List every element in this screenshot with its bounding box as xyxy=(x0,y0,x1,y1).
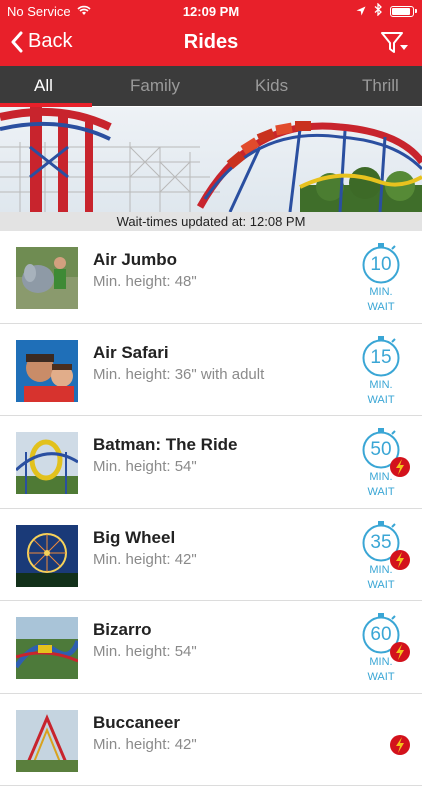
wait-minutes: 10 xyxy=(361,254,401,276)
wait-time-indicator: 15 MIN.WAIT xyxy=(356,336,406,414)
battery-icon xyxy=(390,6,414,17)
back-button[interactable]: Back xyxy=(10,30,72,53)
wait-time-indicator: 50 MIN.WAIT xyxy=(356,428,406,506)
wait-time-indicator: 10 MIN.WAIT xyxy=(356,243,406,321)
location-icon xyxy=(356,4,366,19)
ride-thumbnail xyxy=(16,617,78,679)
ride-list: Air Jumbo Min. height: 48" 10 MIN.WAIT A… xyxy=(0,231,422,786)
ride-name: Buccaneer xyxy=(93,713,180,733)
status-bar: No Service 12:09 PM xyxy=(0,0,422,22)
filter-icon xyxy=(380,30,410,56)
wait-time-indicator: 60 MIN.WAIT xyxy=(356,613,406,691)
filter-button[interactable] xyxy=(380,30,410,56)
ride-name: Air Jumbo xyxy=(93,250,177,270)
tab-all[interactable]: All xyxy=(34,76,53,96)
ride-thumbnail xyxy=(16,247,78,309)
ride-min-height: Min. height: 48" xyxy=(93,273,197,290)
wait-time-indicator xyxy=(356,706,406,784)
list-item[interactable]: Air Jumbo Min. height: 48" 10 MIN.WAIT xyxy=(0,231,422,324)
list-item[interactable]: Buccaneer Min. height: 42" xyxy=(0,694,422,786)
ride-min-height: Min. height: 42" xyxy=(93,551,197,568)
tab-bar: All Family Kids Thrill xyxy=(0,66,422,106)
list-item[interactable]: Air Safari Min. height: 36" with adult 1… xyxy=(0,324,422,417)
ride-min-height: Min. height: 36" with adult xyxy=(93,366,264,383)
bluetooth-icon xyxy=(374,3,382,19)
wait-time-indicator: 35 MIN.WAIT xyxy=(356,521,406,599)
wait-unit: MIN.WAIT xyxy=(356,378,406,408)
flash-pass-icon xyxy=(389,456,411,478)
wait-unit: MIN.WAIT xyxy=(356,285,406,315)
ride-thumbnail xyxy=(16,525,78,587)
wait-times-updated-label: Wait-times updated at: 12:08 PM xyxy=(0,212,422,231)
list-item[interactable]: Bizarro Min. height: 54" 60 MIN.WAIT xyxy=(0,601,422,694)
back-label: Back xyxy=(28,30,72,53)
tab-thrill[interactable]: Thrill xyxy=(362,76,399,96)
ride-thumbnail xyxy=(16,340,78,402)
tab-kids[interactable]: Kids xyxy=(255,76,288,96)
ride-thumbnail xyxy=(16,710,78,772)
status-right xyxy=(356,3,414,19)
flash-pass-icon xyxy=(389,734,411,756)
ride-name: Air Safari xyxy=(93,343,169,363)
flash-pass-icon xyxy=(389,641,411,663)
ride-min-height: Min. height: 54" xyxy=(93,458,197,475)
tab-family[interactable]: Family xyxy=(130,76,180,96)
ride-name: Batman: The Ride xyxy=(93,435,238,455)
ride-name: Big Wheel xyxy=(93,528,175,548)
wait-minutes: 15 xyxy=(361,347,401,369)
hero-image xyxy=(0,107,422,212)
list-item[interactable]: Big Wheel Min. height: 42" 35 MIN.WAIT xyxy=(0,509,422,602)
chevron-left-icon xyxy=(10,31,24,53)
flash-pass-icon xyxy=(389,549,411,571)
nav-bar: Back Rides xyxy=(0,22,422,66)
ride-name: Bizarro xyxy=(93,620,152,640)
ride-thumbnail xyxy=(16,432,78,494)
list-item[interactable]: Batman: The Ride Min. height: 54" 50 MIN… xyxy=(0,416,422,509)
ride-min-height: Min. height: 54" xyxy=(93,643,197,660)
